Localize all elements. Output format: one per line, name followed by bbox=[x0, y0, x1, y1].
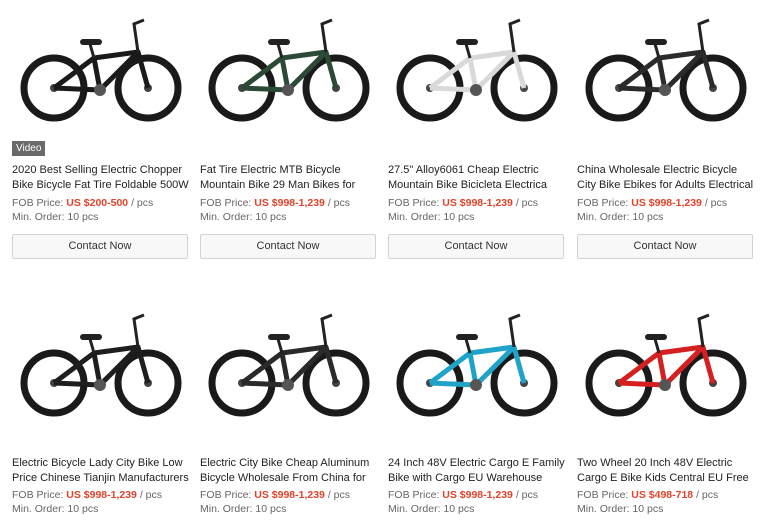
video-badge: Video bbox=[12, 141, 46, 156]
min-order: Min. Order: 10 pcs bbox=[12, 211, 99, 223]
product-image[interactable] bbox=[388, 0, 566, 130]
product-title[interactable]: 24 Inch 48V Electric Cargo E Family Bike… bbox=[388, 456, 566, 486]
handlebar bbox=[697, 18, 710, 53]
product-image[interactable] bbox=[577, 0, 755, 130]
product-title[interactable]: Fat Tire Electric MTB Bicycle Mountain B… bbox=[200, 163, 378, 193]
seat-post bbox=[276, 338, 284, 354]
min-order: Min. Order: 10 pcs bbox=[200, 211, 287, 223]
fob-price: FOB Price: US $998-1,239 / pcs bbox=[577, 197, 728, 209]
crank bbox=[470, 84, 482, 96]
seat-post bbox=[88, 338, 96, 354]
product-image[interactable] bbox=[200, 0, 378, 130]
contact-now-button[interactable]: Contact Now bbox=[388, 234, 564, 259]
product-title[interactable]: Electric City Bike Cheap Aluminum Bicycl… bbox=[200, 456, 378, 486]
fob-price: FOB Price: US $498-718 / pcs bbox=[577, 489, 719, 501]
bicycle-illustration bbox=[20, 18, 182, 122]
bicycle-illustration bbox=[208, 18, 370, 122]
min-order: Min. Order: 10 pcs bbox=[12, 503, 99, 515]
saddle bbox=[80, 334, 102, 340]
saddle bbox=[645, 334, 667, 340]
crank bbox=[94, 379, 106, 391]
saddle bbox=[268, 334, 290, 340]
fob-price: FOB Price: US $998-1,239 / pcs bbox=[388, 489, 539, 501]
handlebar bbox=[508, 18, 521, 53]
seat-post bbox=[653, 43, 661, 59]
fob-price: FOB Price: US $998-1,239 / pcs bbox=[12, 489, 163, 501]
product-title[interactable]: Two Wheel 20 Inch 48V Electric Cargo E B… bbox=[577, 456, 755, 486]
product-title[interactable]: China Wholesale Electric Bicycle City Bi… bbox=[577, 163, 755, 193]
crank bbox=[282, 379, 294, 391]
bicycle-illustration bbox=[585, 313, 747, 417]
min-order: Min. Order: 10 pcs bbox=[200, 503, 287, 515]
saddle bbox=[268, 39, 290, 45]
handlebar bbox=[132, 18, 145, 53]
seat-post bbox=[88, 43, 96, 59]
handlebar bbox=[320, 313, 333, 348]
seat-post bbox=[276, 43, 284, 59]
product-title[interactable]: 2020 Best Selling Electric Chopper Bike … bbox=[12, 163, 190, 193]
fob-price: FOB Price: US $998-1,239 / pcs bbox=[200, 489, 351, 501]
handlebar bbox=[320, 18, 333, 53]
product-title[interactable]: Electric Bicycle Lady City Bike Low Pric… bbox=[12, 456, 190, 486]
seat-post bbox=[464, 43, 472, 59]
contact-now-button[interactable]: Contact Now bbox=[200, 234, 376, 259]
crank bbox=[470, 379, 482, 391]
min-order: Min. Order: 10 pcs bbox=[577, 211, 664, 223]
crank bbox=[659, 84, 671, 96]
bicycle-illustration bbox=[585, 18, 747, 122]
product-title[interactable]: 27.5" Alloy6061 Cheap Electric Mountain … bbox=[388, 163, 566, 193]
handlebar bbox=[132, 313, 145, 348]
fob-price: FOB Price: US $200-500 / pcs bbox=[12, 197, 154, 209]
product-image[interactable] bbox=[12, 295, 190, 425]
saddle bbox=[80, 39, 102, 45]
min-order: Min. Order: 10 pcs bbox=[388, 211, 475, 223]
fob-price: FOB Price: US $998-1,239 / pcs bbox=[200, 197, 351, 209]
seat-post bbox=[464, 338, 472, 354]
saddle bbox=[645, 39, 667, 45]
contact-now-button[interactable]: Contact Now bbox=[12, 234, 188, 259]
bicycle-illustration bbox=[20, 313, 182, 417]
seat-post bbox=[653, 338, 661, 354]
product-image[interactable] bbox=[577, 295, 755, 425]
contact-now-button[interactable]: Contact Now bbox=[577, 234, 753, 259]
fob-price: FOB Price: US $998-1,239 / pcs bbox=[388, 197, 539, 209]
min-order: Min. Order: 10 pcs bbox=[388, 503, 475, 515]
crank bbox=[94, 84, 106, 96]
bicycle-illustration bbox=[396, 18, 558, 122]
product-image[interactable] bbox=[12, 0, 190, 130]
product-image[interactable] bbox=[388, 295, 566, 425]
crank bbox=[659, 379, 671, 391]
bicycle-illustration bbox=[396, 313, 558, 417]
min-order: Min. Order: 10 pcs bbox=[577, 503, 664, 515]
product-image[interactable] bbox=[200, 295, 378, 425]
saddle bbox=[456, 39, 478, 45]
handlebar bbox=[508, 313, 521, 348]
crank bbox=[282, 84, 294, 96]
handlebar bbox=[697, 313, 710, 348]
bicycle-illustration bbox=[208, 313, 370, 417]
saddle bbox=[456, 334, 478, 340]
